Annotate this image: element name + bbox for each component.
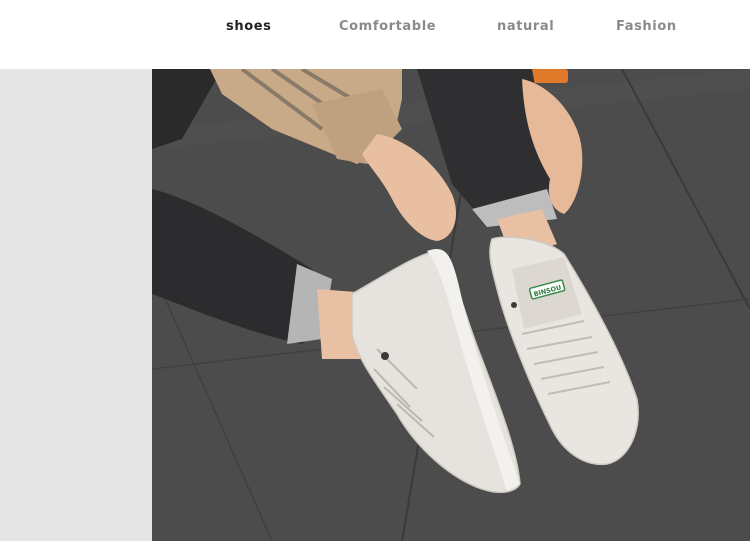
nav-item-comfortable[interactable]: Comfortable	[339, 19, 436, 34]
product-photo-illustration: BINSOU	[152, 69, 750, 541]
nav-item-fashion[interactable]: Fashion	[616, 19, 677, 34]
nav-item-natural[interactable]: natural	[497, 19, 554, 34]
product-photo: BINSOU	[152, 69, 750, 541]
right-shoe-eyelet	[511, 302, 517, 308]
left-shoe-eyelet	[381, 352, 389, 360]
nav-item-shoes[interactable]: shoes	[226, 19, 271, 34]
left-gray-panel	[0, 69, 152, 541]
bottom-margin	[0, 541, 750, 558]
category-nav: shoes Comfortable natural Fashion	[0, 0, 750, 69]
